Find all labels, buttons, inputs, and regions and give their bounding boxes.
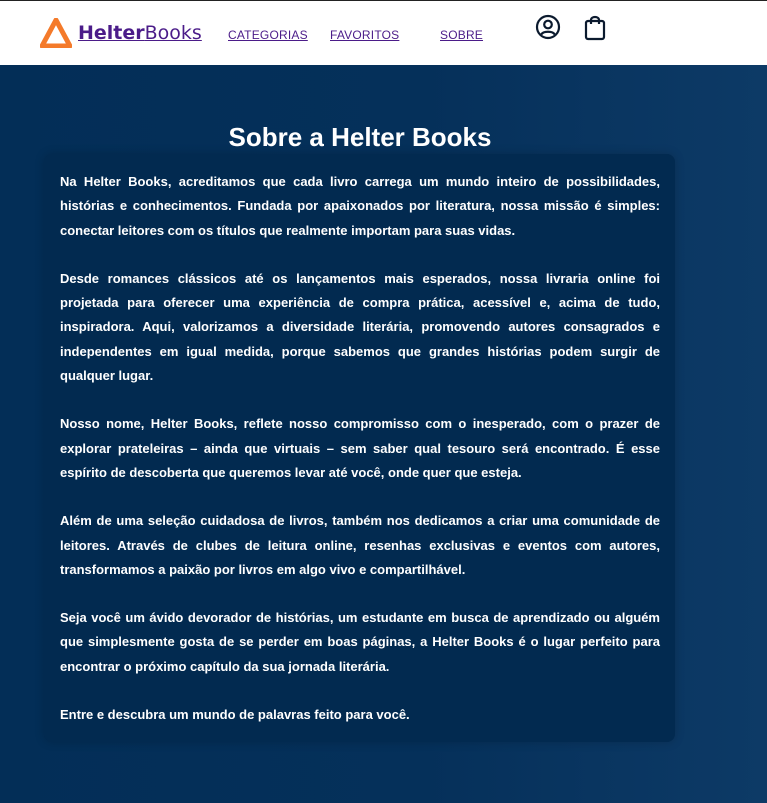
nav-link-categorias[interactable]: CATEGORIAS	[228, 28, 308, 42]
page-title: Sobre a Helter Books	[228, 122, 492, 153]
logo-link[interactable]: HelterBooks	[40, 18, 202, 48]
nav-link-sobre[interactable]: SOBRE	[440, 28, 483, 42]
about-card: Na Helter Books, acreditamos que cada li…	[44, 154, 675, 742]
about-paragraph: Nosso nome, Helter Books, reflete nosso …	[60, 416, 660, 480]
account-button[interactable]	[535, 13, 561, 41]
logo-text-light: Books	[144, 22, 202, 44]
about-paragraph: Na Helter Books, acreditamos que cada li…	[60, 174, 660, 238]
shopping-bag-icon	[584, 15, 606, 40]
logo-text: HelterBooks	[78, 22, 202, 44]
about-paragraph: Além de uma seleção cuidadosa de livros,…	[60, 513, 660, 577]
nav-link-favoritos[interactable]: FAVORITOS	[330, 28, 399, 42]
about-paragraph: Desde romances clássicos até os lançamen…	[60, 270, 660, 384]
user-circle-icon	[535, 14, 561, 40]
about-paragraph: Seja você um ávido devorador de história…	[60, 610, 660, 674]
about-paragraph: Entre e descubra um mundo de palavras fe…	[60, 707, 410, 723]
logo-text-bold: Helter	[78, 22, 145, 44]
about-section: Sobre a Helter Books Na Helter Books, ac…	[0, 65, 767, 803]
cart-button[interactable]	[582, 13, 608, 41]
logo-triangle-icon	[40, 18, 72, 48]
top-navbar: HelterBooks CATEGORIAS FAVORITOS SOBRE	[0, 0, 767, 65]
